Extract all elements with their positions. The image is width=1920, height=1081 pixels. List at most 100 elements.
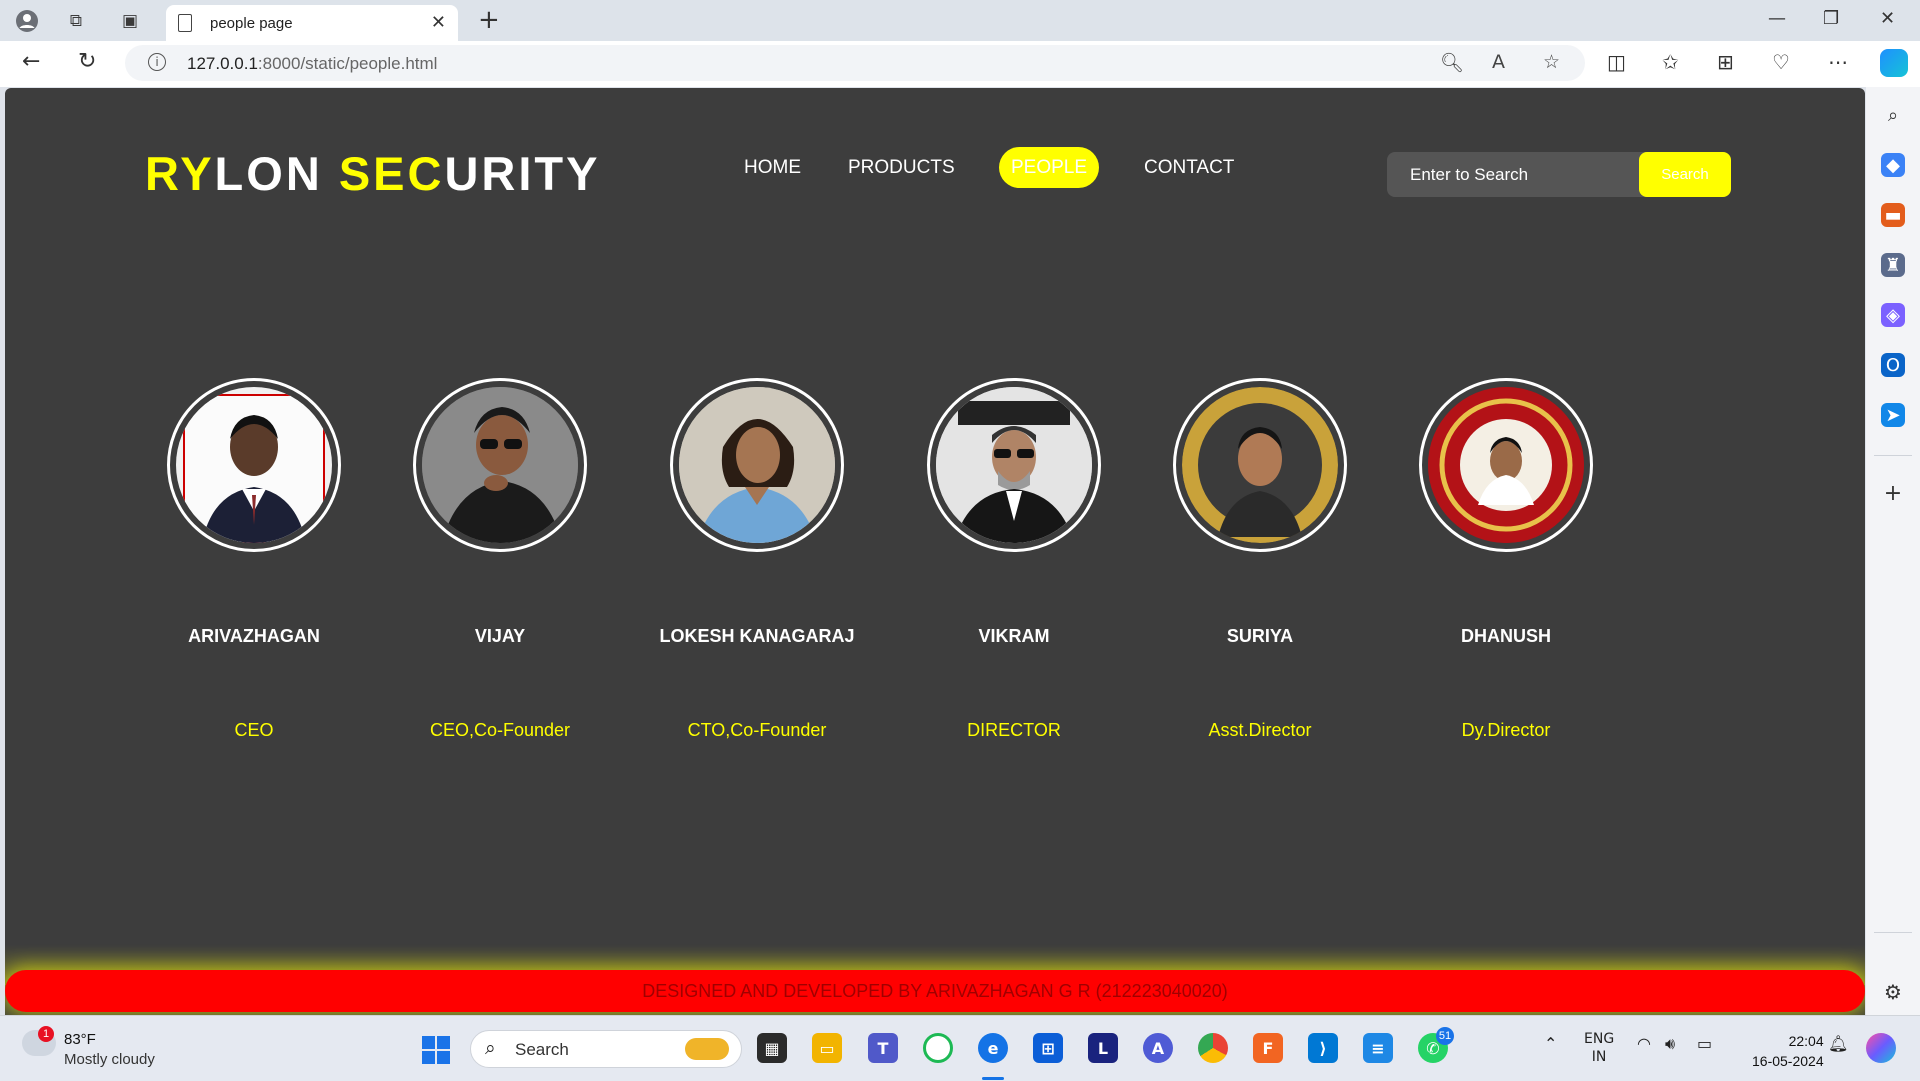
person-role: CTO,Co-Founder xyxy=(687,720,827,740)
language-code: ENG xyxy=(1584,1031,1615,1047)
nav-people[interactable]: PEOPLE xyxy=(999,147,1100,188)
send-icon[interactable]: ➤ xyxy=(1881,403,1905,427)
favorite-star-icon[interactable]: ☆ xyxy=(1543,51,1560,73)
search-form: Search xyxy=(1387,152,1731,197)
avatar[interactable] xyxy=(167,378,341,552)
chrome-icon[interactable] xyxy=(1198,1033,1228,1063)
person-card: VIKRAM DIRECTOR xyxy=(889,378,1139,740)
whatsapp-badge: 51 xyxy=(1436,1027,1454,1045)
zoom-icon[interactable]: 🔍︎ xyxy=(1440,51,1464,74)
avatar-photo xyxy=(176,387,332,543)
weather-description[interactable]: Mostly cloudy xyxy=(64,1051,155,1068)
avatar-photo xyxy=(679,387,835,543)
outlook-icon[interactable]: O xyxy=(1881,353,1905,377)
avatar[interactable] xyxy=(1419,378,1593,552)
url-path: :8000/static/people.html xyxy=(257,54,438,73)
address-toolbar: ← ↻ i 127.0.0.1:8000/static/people.html … xyxy=(0,41,1920,87)
favorites-icon[interactable]: ✩ xyxy=(1662,50,1679,74)
web-page: RYLON SECURITY HOME PRODUCTS PEOPLE CONT… xyxy=(5,88,1865,1015)
address-bar[interactable]: i 127.0.0.1:8000/static/people.html 🔍︎ A… xyxy=(125,45,1585,81)
weather-temperature[interactable]: 83°F xyxy=(64,1031,96,1048)
site-info-icon[interactable]: i xyxy=(148,53,166,71)
language-region: IN xyxy=(1591,1049,1607,1065)
taskbar-search[interactable]: ⌕ Search xyxy=(470,1030,742,1068)
clock-time: 22:04 xyxy=(1788,1033,1824,1049)
microsoft-store-icon[interactable]: ⊞ xyxy=(1033,1033,1063,1063)
profile-icon[interactable] xyxy=(14,8,40,34)
avatar-photo xyxy=(422,387,578,543)
tools-briefcase-icon[interactable]: ▬ xyxy=(1881,203,1905,227)
person-role: Asst.Director xyxy=(1208,720,1312,740)
person-role: DIRECTOR xyxy=(967,720,1061,740)
circle-app-icon[interactable] xyxy=(923,1033,953,1063)
file-explorer-icon[interactable]: ▭ xyxy=(812,1033,842,1063)
workspaces-icon[interactable]: ⧉ xyxy=(63,8,89,34)
windows-start-icon[interactable] xyxy=(422,1036,450,1064)
person-card: LOKESH KANAGARAJ CTO,Co-Founder xyxy=(632,378,882,740)
shopping-tag-icon[interactable]: ◆ xyxy=(1881,153,1905,177)
search-input[interactable] xyxy=(1387,152,1667,197)
volume-icon[interactable]: 🔊︎ xyxy=(1665,1034,1675,1054)
person-name: LOKESH KANAGARAJ xyxy=(659,626,855,646)
logo-part-4: U xyxy=(444,147,482,200)
avatar[interactable] xyxy=(413,378,587,552)
copilot-taskbar-icon[interactable] xyxy=(1866,1033,1896,1063)
person-name: ARIVAZHAGAN xyxy=(188,626,320,646)
close-tab-icon[interactable]: ✕ xyxy=(431,12,446,33)
teams-icon[interactable]: T xyxy=(868,1033,898,1063)
copilot-icon[interactable] xyxy=(1880,49,1908,77)
f-app-icon[interactable]: F xyxy=(1253,1033,1283,1063)
sidebar-search-icon[interactable]: ⌕ xyxy=(1881,103,1905,127)
vertical-tabs-icon[interactable]: ▣ xyxy=(117,8,143,34)
person-card: ARIVAZHAGAN CEO xyxy=(129,378,379,740)
logo-part-2: LON xyxy=(214,147,323,200)
person-role: Dy.Director xyxy=(1461,720,1551,740)
tab-people-page[interactable]: people page ✕ xyxy=(166,5,458,41)
microsoft-365-icon[interactable]: ◈ xyxy=(1881,303,1905,327)
read-aloud-icon[interactable]: A xyxy=(1492,51,1505,73)
split-screen-icon[interactable]: ◫ xyxy=(1607,50,1626,74)
l-app-icon[interactable]: L xyxy=(1088,1033,1118,1063)
avatar[interactable] xyxy=(927,378,1101,552)
close-window-icon[interactable]: ✕ xyxy=(1880,8,1895,29)
battery-icon[interactable]: ▭ xyxy=(1697,1034,1712,1053)
avatar-photo xyxy=(1182,387,1338,543)
wifi-icon[interactable]: ◠ xyxy=(1637,1034,1651,1053)
person-name: VIJAY xyxy=(474,626,526,646)
search-icon: ⌕ xyxy=(485,1037,496,1059)
search-button[interactable]: Search xyxy=(1639,152,1731,197)
show-hidden-icons-chevron-icon[interactable]: ⌃ xyxy=(1544,1034,1557,1053)
url-host: 127.0.0.1 xyxy=(187,54,258,73)
new-tab-button[interactable]: + xyxy=(478,5,500,35)
person-card: SURIYA Asst.Director xyxy=(1135,378,1385,740)
nav-home[interactable]: HOME xyxy=(744,147,801,188)
more-options-icon[interactable]: ⋯ xyxy=(1828,50,1848,74)
edge-browser-icon[interactable]: e xyxy=(978,1033,1008,1063)
minimize-icon[interactable]: — xyxy=(1768,8,1786,29)
notepad-icon[interactable]: ≡ xyxy=(1363,1033,1393,1063)
system-clock[interactable]: 22:04 16-05-2024 xyxy=(1752,1031,1824,1071)
arc-app-icon[interactable]: A xyxy=(1143,1033,1173,1063)
notification-bell-icon[interactable]: 🔔︎ xyxy=(1828,1034,1848,1053)
avatar-photo xyxy=(1428,387,1584,543)
nav-products[interactable]: PRODUCTS xyxy=(848,147,955,188)
vscode-icon[interactable]: ⟩ xyxy=(1308,1033,1338,1063)
url-text[interactable]: 127.0.0.1:8000/static/people.html xyxy=(187,54,437,74)
avatar[interactable] xyxy=(1173,378,1347,552)
clock-date: 16-05-2024 xyxy=(1752,1053,1824,1069)
browser-essentials-icon[interactable]: ♡ xyxy=(1772,50,1790,74)
collections-icon[interactable]: ⊞ xyxy=(1717,50,1734,74)
restore-icon[interactable]: ❐ xyxy=(1823,8,1839,29)
sidebar-divider xyxy=(1874,455,1912,456)
refresh-icon[interactable]: ↻ xyxy=(78,49,96,74)
games-icon[interactable]: ♜ xyxy=(1881,253,1905,277)
person-name: VIKRAM xyxy=(978,626,1050,646)
avatar[interactable] xyxy=(670,378,844,552)
back-arrow-icon[interactable]: ← xyxy=(22,49,40,74)
site-logo[interactable]: RYLON SECURITY xyxy=(145,146,600,201)
nav-contact[interactable]: CONTACT xyxy=(1144,147,1234,188)
input-language[interactable]: ENG IN xyxy=(1584,1030,1614,1066)
task-view-icon[interactable]: ▦ xyxy=(757,1033,787,1063)
add-sidebar-icon[interactable]: + xyxy=(1881,481,1905,506)
settings-gear-icon[interactable]: ⚙ xyxy=(1881,980,1905,1004)
